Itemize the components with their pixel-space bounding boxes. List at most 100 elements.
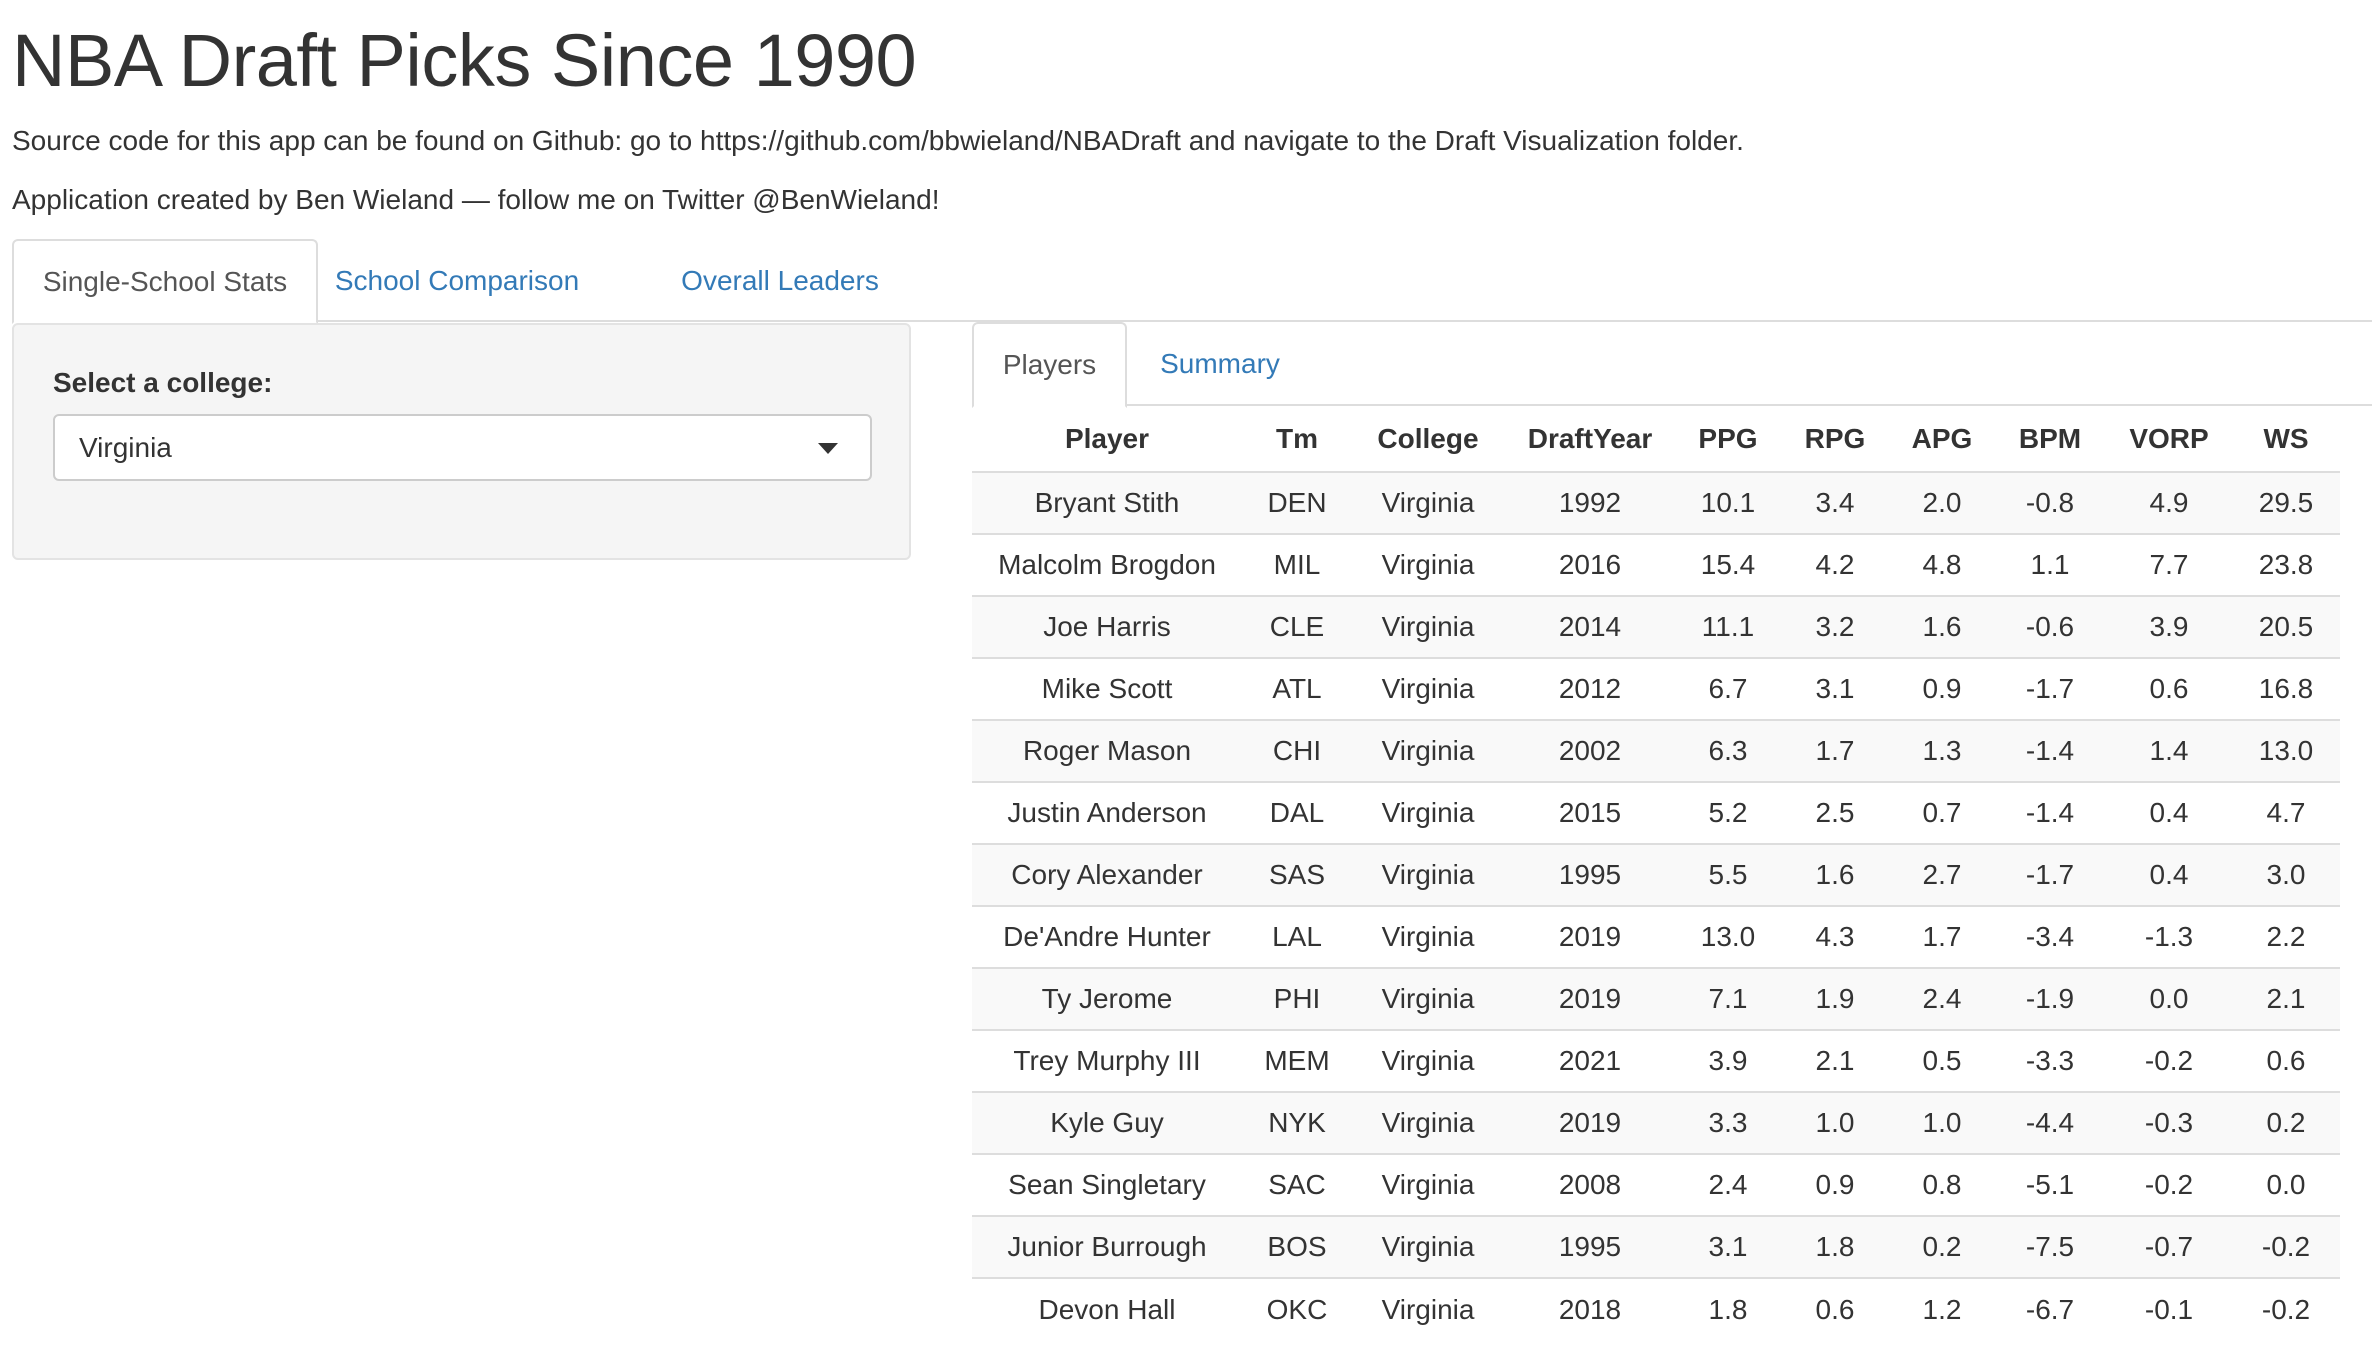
table-cell-draftyear: 2014 xyxy=(1504,595,1676,658)
column-header-apg[interactable]: APG xyxy=(1890,406,1994,473)
table-cell-bpm: -4.4 xyxy=(1994,1091,2106,1154)
table-cell-rpg: 1.9 xyxy=(1780,967,1890,1030)
sub-tab-bar: Players Summary xyxy=(972,322,2372,408)
table-cell-vorp: -0.7 xyxy=(2106,1215,2232,1278)
column-header-college[interactable]: College xyxy=(1352,406,1504,473)
table-body: Bryant Stith DEN Virginia 1992 10.1 3.4 2.0 -0.… xyxy=(972,471,2340,1340)
table-cell-rpg: 4.3 xyxy=(1780,905,1890,968)
table-cell-bpm: -0.8 xyxy=(1994,471,2106,534)
column-header-tm[interactable]: Tm xyxy=(1242,406,1352,473)
table-cell-bpm: -6.7 xyxy=(1994,1277,2106,1340)
table-cell-rpg: 1.8 xyxy=(1780,1215,1890,1278)
column-header-vorp[interactable]: VORP xyxy=(2106,406,2232,473)
table-cell-player: Kyle Guy xyxy=(972,1091,1242,1154)
table-cell-college: Virginia xyxy=(1352,719,1504,782)
column-header-bpm[interactable]: BPM xyxy=(1994,406,2106,473)
table-row: Trey Murphy III MEM Virginia 2021 3.9 2.1 0.5-… xyxy=(972,1029,2340,1092)
sidebar-panel: Select a college: Virginia xyxy=(12,323,911,560)
table-cell-player: Malcolm Brogdon xyxy=(972,533,1242,596)
table-cell-ws: 29.5 xyxy=(2232,471,2340,534)
table-cell-ppg: 5.2 xyxy=(1676,781,1780,844)
table-cell-tm: PHI xyxy=(1242,967,1352,1030)
table-cell-bpm: -7.5 xyxy=(1994,1215,2106,1278)
table-cell-ppg: 2.4 xyxy=(1676,1153,1780,1216)
table-cell-draftyear: 1992 xyxy=(1504,471,1676,534)
tab-overall-leaders[interactable]: Overall Leaders xyxy=(660,239,900,322)
players-table: Player Tm College DraftYear PPG RPG APG BPM VORP… xyxy=(972,406,2340,1340)
chevron-down-icon xyxy=(818,443,838,454)
table-cell-draftyear: 2012 xyxy=(1504,657,1676,720)
table-cell-tm: CHI xyxy=(1242,719,1352,782)
credit-text: Application created by Ben Wieland — fol… xyxy=(12,184,940,215)
table-row: Devon Hall OKC Virginia 2018 1.8 0.6 1.2 -6.7 -0… xyxy=(972,1277,2340,1340)
table-cell-ppg: 6.7 xyxy=(1676,657,1780,720)
table-cell-ws: 20.5 xyxy=(2232,595,2340,658)
table-cell-ppg: 3.3 xyxy=(1676,1091,1780,1154)
table-cell-apg: 0.7 xyxy=(1890,781,1994,844)
table-cell-college: Virginia xyxy=(1352,1153,1504,1216)
table-cell-college: Virginia xyxy=(1352,533,1504,596)
table-cell-rpg: 1.0 xyxy=(1780,1091,1890,1154)
column-header-ws[interactable]: WS xyxy=(2232,406,2340,473)
college-select-value: Virginia xyxy=(79,431,172,463)
table-cell-bpm: -0.6 xyxy=(1994,595,2106,658)
college-select[interactable]: Virginia xyxy=(53,414,872,481)
table-cell-rpg: 4.2 xyxy=(1780,533,1890,596)
tab-summary[interactable]: Summary xyxy=(1140,322,1300,406)
table-row: Justin Anderson DAL Virginia 2015 5.2 2.5 0.7-… xyxy=(972,781,2340,844)
table-header-row: Player Tm College DraftYear PPG RPG APG BPM VORP… xyxy=(972,406,2340,473)
column-header-draftyear[interactable]: DraftYear xyxy=(1504,406,1676,473)
table-cell-ws: 0.2 xyxy=(2232,1091,2340,1154)
table-cell-college: Virginia xyxy=(1352,471,1504,534)
table-cell-tm: LAL xyxy=(1242,905,1352,968)
table-cell-player: Joe Harris xyxy=(972,595,1242,658)
table-cell-rpg: 0.6 xyxy=(1780,1277,1890,1340)
source-info-text: Source code for this app can be found on… xyxy=(12,125,1744,156)
table-cell-draftyear: 1995 xyxy=(1504,1215,1676,1278)
table-cell-apg: 0.5 xyxy=(1890,1029,1994,1092)
table-cell-player: Bryant Stith xyxy=(972,471,1242,534)
table-cell-tm: MIL xyxy=(1242,533,1352,596)
table-cell-bpm: -3.4 xyxy=(1994,905,2106,968)
tab-players[interactable]: Players xyxy=(972,322,1127,408)
table-cell-apg: 1.3 xyxy=(1890,719,1994,782)
table-cell-bpm: -3.3 xyxy=(1994,1029,2106,1092)
tab-single-school-stats[interactable]: Single-School Stats xyxy=(12,239,318,324)
table-cell-tm: NYK xyxy=(1242,1091,1352,1154)
column-header-player[interactable]: Player xyxy=(972,406,1242,473)
table-cell-player: Sean Singletary xyxy=(972,1153,1242,1216)
table-cell-bpm: -1.9 xyxy=(1994,967,2106,1030)
table-header: Player Tm College DraftYear PPG RPG APG BPM VORP… xyxy=(972,406,2340,473)
table-cell-vorp: 1.4 xyxy=(2106,719,2232,782)
column-header-rpg[interactable]: RPG xyxy=(1780,406,1890,473)
table-cell-ppg: 10.1 xyxy=(1676,471,1780,534)
table-row: Kyle Guy NYK Virginia 2019 3.3 1.0 1.0 -4.4 -0.3… xyxy=(972,1091,2340,1154)
tab-school-comparison[interactable]: School Comparison xyxy=(334,239,580,322)
table-cell-vorp: -0.3 xyxy=(2106,1091,2232,1154)
table-cell-vorp: 0.4 xyxy=(2106,843,2232,906)
select-college-label: Select a college: xyxy=(53,367,273,398)
column-header-ppg[interactable]: PPG xyxy=(1676,406,1780,473)
table-row: Junior Burrough BOS Virginia 1995 3.1 1.8 0.2-… xyxy=(972,1215,2340,1278)
table-cell-player: Cory Alexander xyxy=(972,843,1242,906)
table-cell-ws: 2.1 xyxy=(2232,967,2340,1030)
table-cell-draftyear: 1995 xyxy=(1504,843,1676,906)
table-cell-ppg: 1.8 xyxy=(1676,1277,1780,1340)
table-cell-ws: 4.7 xyxy=(2232,781,2340,844)
table-cell-player: De'Andre Hunter xyxy=(972,905,1242,968)
table-row: Sean Singletary SAC Virginia 2008 2.4 0.9 0.8-… xyxy=(972,1153,2340,1216)
table-row: Ty Jerome PHI Virginia 2019 7.1 1.9 2.4 -1.9 0.0… xyxy=(972,967,2340,1030)
table-cell-player: Ty Jerome xyxy=(972,967,1242,1030)
table-cell-bpm: -5.1 xyxy=(1994,1153,2106,1216)
table-cell-tm: CLE xyxy=(1242,595,1352,658)
table-cell-college: Virginia xyxy=(1352,1277,1504,1340)
table-cell-apg: 1.2 xyxy=(1890,1277,1994,1340)
table-row: Malcolm Brogdon MIL Virginia 2016 15.4 4.2 4.8… xyxy=(972,533,2340,596)
table-cell-college: Virginia xyxy=(1352,657,1504,720)
table-cell-bpm: 1.1 xyxy=(1994,533,2106,596)
table-cell-rpg: 0.9 xyxy=(1780,1153,1890,1216)
table-cell-vorp: 3.9 xyxy=(2106,595,2232,658)
table-cell-apg: 0.2 xyxy=(1890,1215,1994,1278)
table-cell-draftyear: 2021 xyxy=(1504,1029,1676,1092)
table-cell-college: Virginia xyxy=(1352,1091,1504,1154)
